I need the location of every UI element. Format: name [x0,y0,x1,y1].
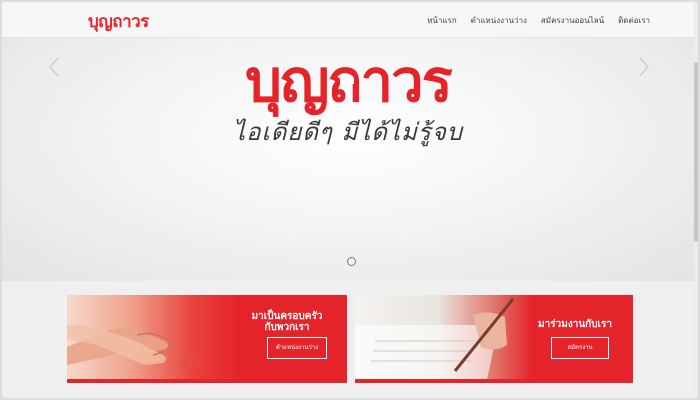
carousel-indicator-dot[interactable] [347,257,356,266]
top-navbar: บุญถาวร หน้าแรก ตำแหน่งงานว่าง สมัครงานอ… [2,2,694,38]
site-logo[interactable]: บุญถาวร [88,8,149,35]
nav-jobs-link[interactable]: ตำแหน่งงานว่าง [471,14,527,27]
banner-join-family[interactable]: มาเป็นครอบครัว กับพวกเรา ตำแหน่งงานว่าง [67,295,347,383]
banner-join-title: มาเป็นครอบครัว กับพวกเรา [251,311,323,333]
hero-carousel: บุญถาวร ไอเดียดีๆ มีได้ไม่รู้จบ [2,38,694,281]
banner-stripe [355,379,633,383]
carousel-next-button[interactable] [638,56,650,78]
nav-contact-link[interactable]: ติดต่อเรา [618,14,650,27]
logo-mark-shape [340,74,354,84]
hero-tagline: ไอเดียดีๆ มีได้ไม่รู้จบ [233,118,463,146]
carousel-prev-button[interactable] [48,56,60,78]
banner-section: มาเป็นครอบครัว กับพวกเรา ตำแหน่งงานว่าง … [2,281,694,398]
apply-job-button[interactable]: สมัครงาน [551,337,609,359]
handshake-image [67,325,201,371]
banner-stripe [67,379,347,383]
chevron-left-icon [48,57,59,77]
scrollbar-thumb[interactable] [694,62,698,242]
chevron-right-icon [639,57,650,77]
banner-work-title: มาร่วมงานกับเรา [538,319,612,330]
nav-apply-online-link[interactable]: สมัครงานออนไลน์ [541,14,604,27]
main-nav: หน้าแรก ตำแหน่งงานว่าง สมัครงานออนไลน์ ต… [427,14,650,27]
pen-document-image [355,298,515,383]
banner-work-with-us[interactable]: มาร่วมงานกับเรา สมัครงาน [355,295,633,383]
nav-home-link[interactable]: หน้าแรก [427,14,457,27]
browser-viewport: บุญถาวร หน้าแรก ตำแหน่งงานว่าง สมัครงานอ… [2,2,698,398]
open-positions-button[interactable]: ตำแหน่งงานว่าง [267,337,327,359]
page-scrollbar[interactable] [694,2,698,398]
